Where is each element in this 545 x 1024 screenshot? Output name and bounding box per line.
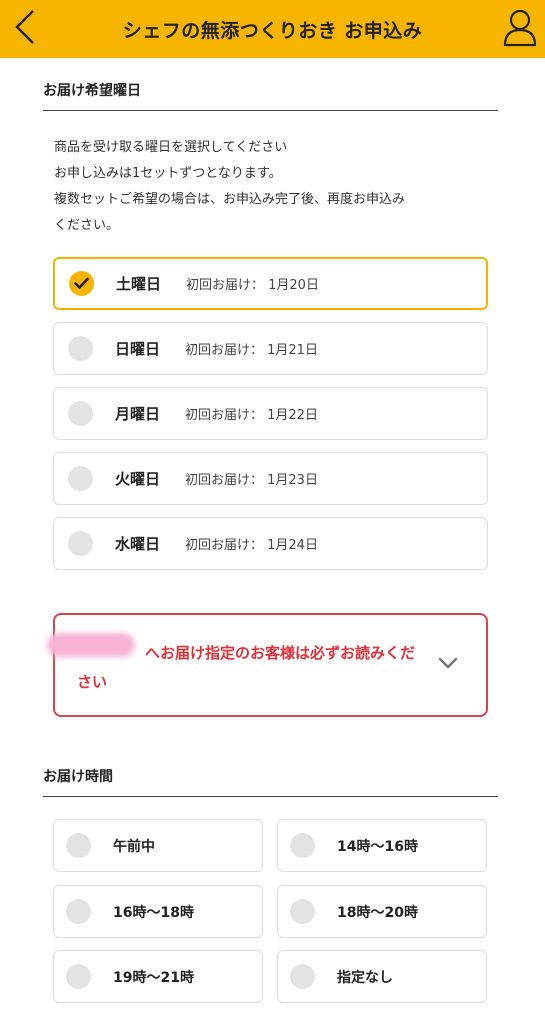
day-option-sunday[interactable]: 日曜日 初回お届け： 1月21日 [53, 322, 488, 375]
delivery-day-heading: お届け希望曜日 [43, 80, 498, 111]
time-label: 18時〜20時 [337, 904, 418, 921]
delivery-time-heading: お届け時間 [43, 766, 498, 797]
day-label: 水曜日 [115, 535, 161, 553]
day-option-saturday[interactable]: 土曜日 初回お届け： 1月20日 [53, 257, 488, 310]
radio-icon [66, 833, 91, 858]
first-delivery-date: 初回お届け： 1月24日 [185, 538, 318, 553]
checkmark-icon [69, 271, 94, 296]
day-label: 日曜日 [115, 340, 161, 358]
time-option-18-20[interactable]: 18時〜20時 [277, 885, 487, 938]
time-option-none[interactable]: 指定なし [277, 950, 487, 1003]
radio-icon [68, 336, 93, 361]
back-button[interactable] [8, 7, 42, 51]
app-header: シェフの無添つくりおき お申込み [0, 0, 545, 58]
account-button[interactable] [501, 6, 539, 52]
time-option-19-21[interactable]: 19時〜21時 [53, 950, 263, 1003]
radio-icon [290, 899, 315, 924]
description-line: 複数セットご希望の場合は、お申込み完了後、再度お申込み [54, 192, 406, 207]
notice-text: へお届け指定のお客様は必ずお読みください [77, 644, 416, 691]
day-option-wednesday[interactable]: 水曜日 初回お届け： 1月24日 [53, 517, 488, 570]
first-delivery-date: 初回お届け： 1月20日 [186, 278, 319, 293]
time-label: 午前中 [113, 838, 155, 855]
radio-icon [68, 531, 93, 556]
day-option-tuesday[interactable]: 火曜日 初回お届け： 1月23日 [53, 452, 488, 505]
chevron-down-icon [438, 655, 458, 674]
time-label: 14時〜16時 [337, 838, 418, 855]
first-delivery-date: 初回お届け： 1月23日 [185, 473, 318, 488]
time-option-14-16[interactable]: 14時〜16時 [277, 819, 487, 872]
day-label: 土曜日 [116, 275, 162, 293]
time-option-morning[interactable]: 午前中 [53, 819, 263, 872]
day-option-monday[interactable]: 月曜日 初回お届け： 1月22日 [53, 387, 488, 440]
first-delivery-date: 初回お届け： 1月21日 [185, 343, 318, 358]
description-line: ください。 [54, 218, 120, 233]
time-label: 19時〜21時 [113, 969, 194, 986]
radio-icon [66, 964, 91, 989]
description-line: お申し込みは1セットずつとなります。 [54, 166, 282, 181]
time-label: 指定なし [337, 969, 393, 986]
time-option-16-18[interactable]: 16時〜18時 [53, 885, 263, 938]
chevron-left-icon [14, 9, 36, 49]
page-title: シェフの無添つくりおき お申込み [122, 19, 423, 42]
radio-icon [290, 833, 315, 858]
time-label: 16時〜18時 [113, 904, 194, 921]
description-line: 商品を受け取る曜日を選択してください [54, 140, 288, 155]
radio-icon [290, 964, 315, 989]
delivery-notice-accordion[interactable]: へお届け指定のお客様は必ずお読みください [47, 613, 488, 717]
first-delivery-date: 初回お届け： 1月22日 [185, 408, 318, 423]
delivery-day-description: 商品を受け取る曜日を選択してください お申し込みは1セットずつとなります。 複数… [54, 135, 494, 239]
user-icon [503, 7, 537, 51]
radio-icon [66, 899, 91, 924]
radio-icon [68, 466, 93, 491]
day-label: 火曜日 [115, 470, 161, 488]
day-label: 月曜日 [115, 405, 161, 423]
radio-icon [68, 401, 93, 426]
